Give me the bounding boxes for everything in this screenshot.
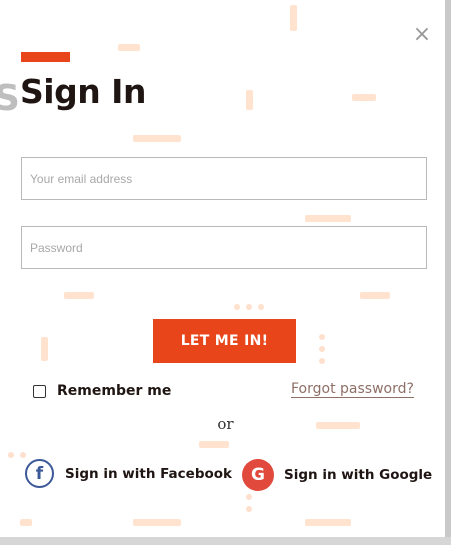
backdrop-edge-bottom (0, 537, 451, 545)
close-icon[interactable]: × (411, 24, 433, 46)
decorative-dot (234, 304, 240, 310)
decorative-dash (199, 441, 229, 448)
email-field[interactable] (21, 157, 427, 200)
remember-me-label: Remember me (57, 383, 172, 399)
decorative-dash (41, 337, 48, 361)
decorative-dot (246, 304, 252, 310)
decorative-dot (20, 452, 26, 458)
decorative-dash (133, 519, 181, 526)
backdrop-edge-right (445, 0, 451, 545)
page-title: Sign In (20, 72, 146, 111)
google-icon: G (242, 459, 274, 491)
decorative-dot (319, 334, 325, 340)
backdrop-letter: S (0, 78, 20, 119)
google-sign-in-button[interactable]: G Sign in with Google (242, 459, 432, 491)
decorative-dash (20, 519, 32, 526)
remember-me-toggle[interactable]: Remember me (33, 383, 171, 399)
decorative-dash (133, 135, 181, 142)
remember-me-checkbox[interactable] (33, 384, 46, 398)
decorative-dash (290, 5, 297, 31)
forgot-password-link[interactable]: Forgot password? (291, 381, 414, 397)
facebook-icon: f (25, 459, 54, 488)
decorative-dot (8, 452, 14, 458)
sign-in-button[interactable]: LET ME IN! (153, 319, 296, 363)
decorative-dot (258, 304, 264, 310)
title-accent-bar (21, 52, 70, 62)
password-field[interactable] (21, 226, 427, 269)
decorative-dot (246, 506, 252, 512)
decorative-dash (305, 519, 351, 526)
decorative-dot (246, 494, 252, 500)
decorative-dash (64, 292, 94, 299)
decorative-dash (246, 90, 253, 110)
google-sign-in-label: Sign in with Google (284, 467, 433, 483)
decorative-dot (319, 358, 325, 364)
or-divider: or (217, 415, 234, 433)
decorative-dash (360, 292, 390, 299)
decorative-dot (319, 346, 325, 352)
facebook-sign-in-button[interactable]: f Sign in with Facebook (25, 459, 232, 488)
decorative-dash (305, 215, 351, 222)
facebook-sign-in-label: Sign in with Facebook (65, 465, 233, 482)
decorative-dash (118, 44, 140, 51)
decorative-dash (352, 94, 376, 101)
